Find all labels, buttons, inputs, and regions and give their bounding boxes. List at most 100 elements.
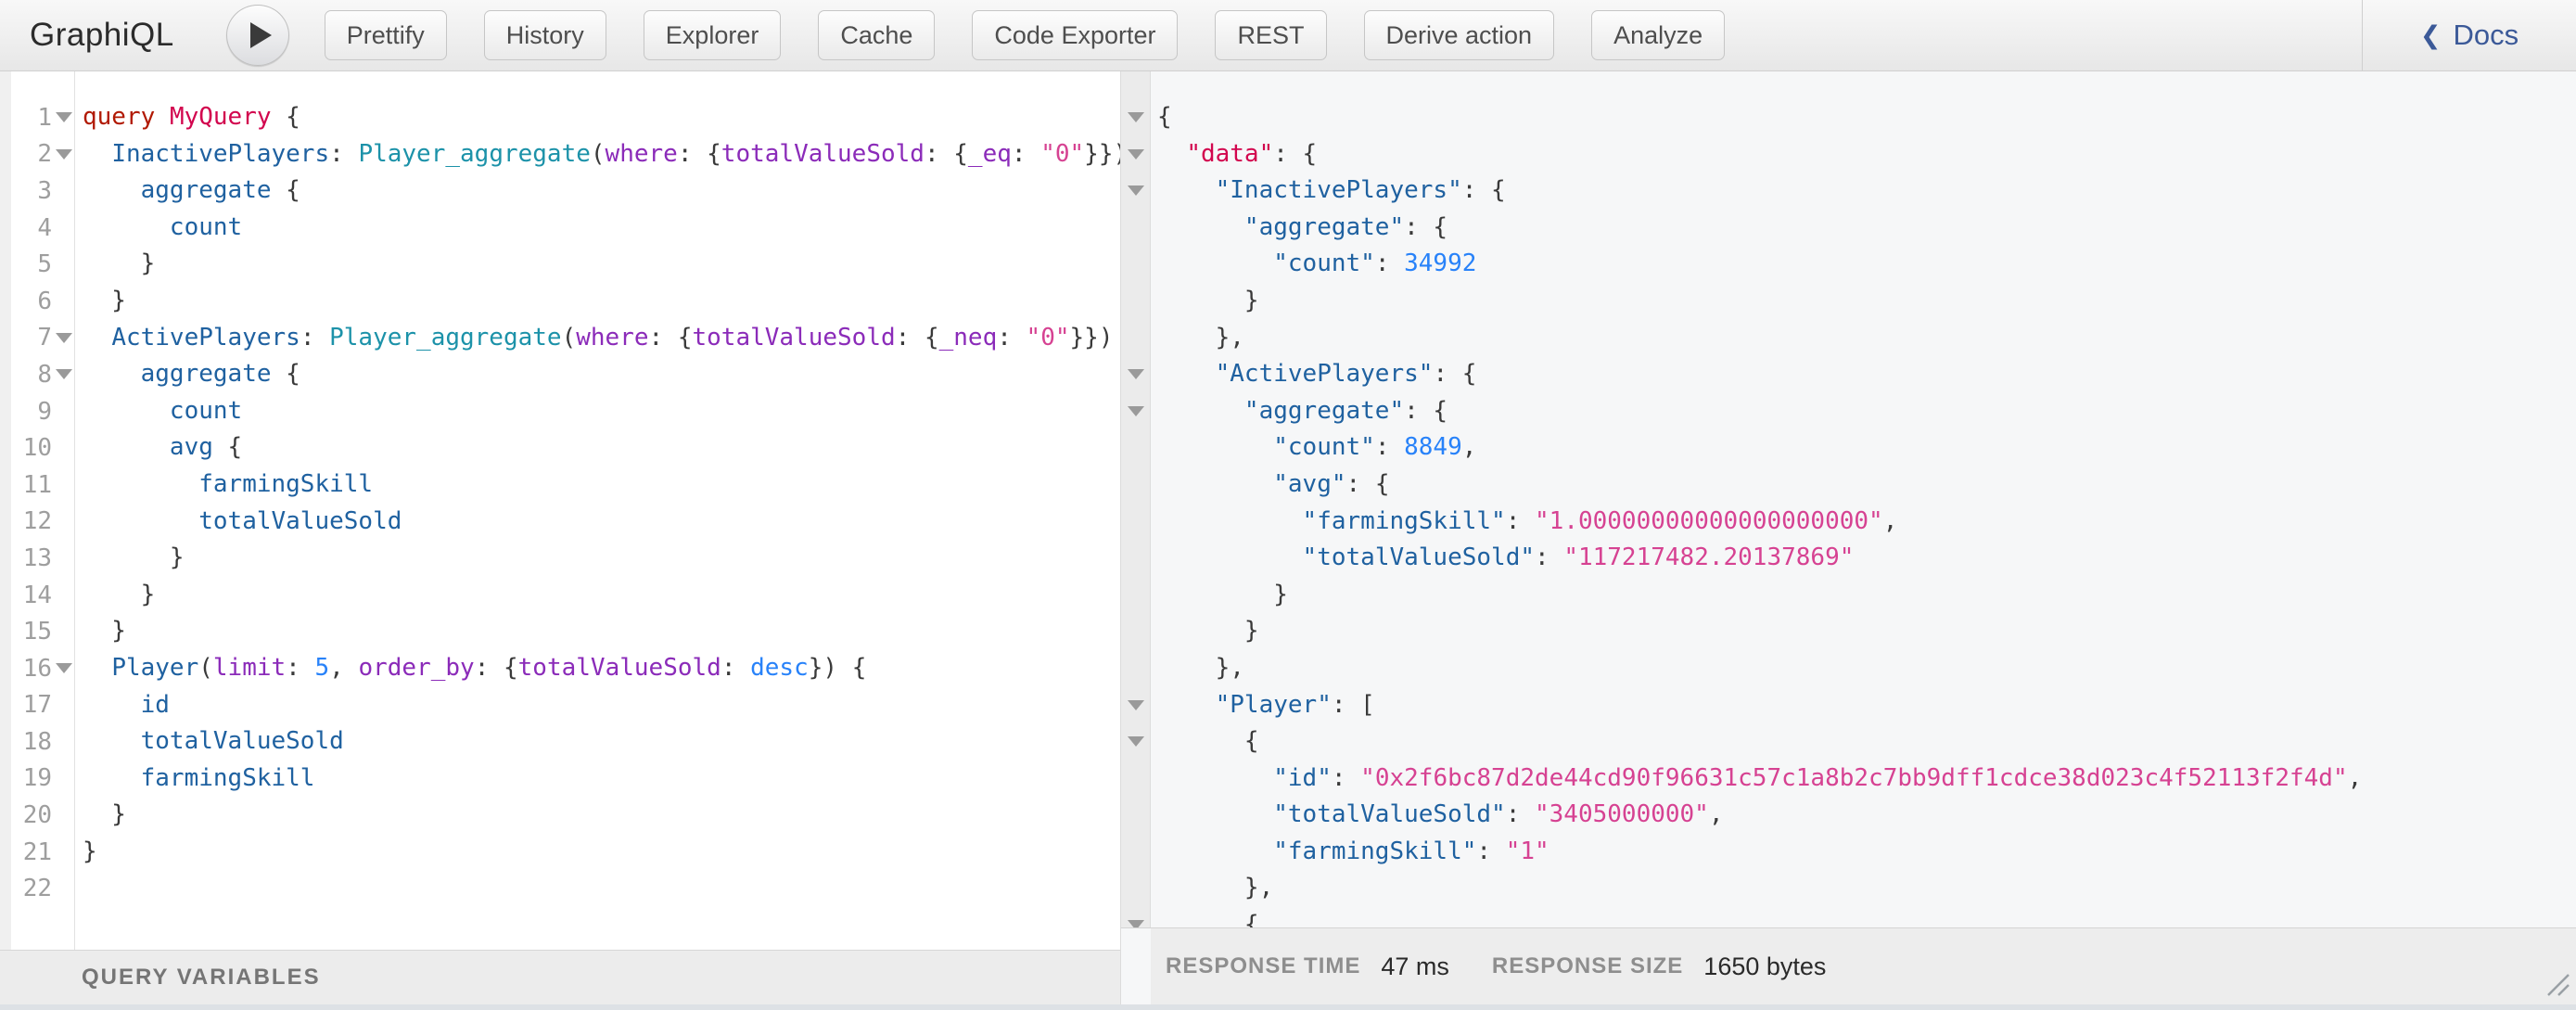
- docs-toggle[interactable]: ❮ Docs: [2362, 0, 2576, 70]
- code-segment: _neq: [939, 324, 998, 352]
- code-text[interactable]: id: [75, 687, 170, 724]
- code-line[interactable]: 14 }: [0, 577, 1120, 614]
- line-number: 3: [11, 177, 52, 205]
- code-segment: :: [1476, 837, 1505, 865]
- fold-arrow-icon[interactable]: [56, 369, 72, 379]
- code-text[interactable]: farmingSkill: [75, 761, 314, 798]
- code-line[interactable]: 3 aggregate {: [0, 173, 1120, 210]
- code-line[interactable]: 1query MyQuery {: [0, 99, 1120, 136]
- code-segment: farmingSkill: [141, 764, 315, 792]
- code-text[interactable]: totalValueSold: [75, 504, 402, 541]
- resize-handle-icon[interactable]: [2543, 969, 2570, 997]
- code-text[interactable]: query MyQuery {: [75, 99, 300, 136]
- code-text[interactable]: }: [75, 577, 155, 614]
- code-segment: [1157, 764, 1273, 792]
- code-line[interactable]: 9 count: [0, 393, 1120, 430]
- response-time-label: RESPONSE TIME: [1166, 953, 1360, 979]
- code-text[interactable]: totalValueSold: [75, 723, 344, 761]
- fold-arrow-icon[interactable]: [1128, 406, 1144, 416]
- code-line[interactable]: 17 id: [0, 687, 1120, 724]
- fold-arrow-icon[interactable]: [56, 333, 72, 343]
- code-text[interactable]: farmingSkill: [75, 467, 373, 504]
- code-line[interactable]: 15 }: [0, 613, 1120, 650]
- code-text[interactable]: aggregate {: [75, 173, 300, 210]
- code-text[interactable]: Player(limit: 5, order_by: {totalValueSo…: [75, 650, 866, 687]
- toolbar-button-explorer[interactable]: Explorer: [644, 10, 782, 60]
- code-line[interactable]: 6 }: [0, 283, 1120, 320]
- code-text[interactable]: count: [75, 210, 242, 247]
- toolbar-button-rest[interactable]: REST: [1215, 10, 1326, 60]
- code-line[interactable]: 20 }: [0, 797, 1120, 834]
- fold-arrow-icon[interactable]: [1128, 369, 1144, 379]
- code-segment: }: [83, 800, 126, 828]
- code-segment: : [: [1332, 691, 1375, 719]
- fold-cell: [1121, 185, 1150, 196]
- code-line[interactable]: 12 totalValueSold: [0, 504, 1120, 541]
- response-row: }: [1121, 283, 2576, 320]
- code-line[interactable]: 16 Player(limit: 5, order_by: {totalValu…: [0, 650, 1120, 687]
- fold-arrow-icon[interactable]: [1128, 112, 1144, 122]
- code-line[interactable]: 7 ActivePlayers: Player_aggregate(where:…: [0, 320, 1120, 357]
- execute-query-button[interactable]: [226, 5, 289, 66]
- code-segment: "1": [1506, 837, 1549, 865]
- code-text[interactable]: }: [75, 246, 155, 283]
- code-segment: [1157, 470, 1273, 498]
- response-text: "Player": [: [1150, 687, 1375, 724]
- code-segment: }: [1157, 287, 1259, 314]
- toolbar-button-analyze[interactable]: Analyze: [1591, 10, 1725, 60]
- code-segment: "count": [1273, 249, 1375, 277]
- toolbar-button-cache[interactable]: Cache: [818, 10, 935, 60]
- code-line[interactable]: 4 count: [0, 210, 1120, 247]
- toolbar-button-history[interactable]: History: [484, 10, 606, 60]
- code-segment: MyQuery: [170, 103, 272, 131]
- code-line[interactable]: 18 totalValueSold: [0, 723, 1120, 761]
- response-size-value: 1650 bytes: [1703, 952, 1826, 981]
- code-text[interactable]: count: [75, 393, 242, 430]
- fold-cell: [1121, 406, 1150, 416]
- line-number: 4: [11, 214, 52, 242]
- fold-cell: [1121, 369, 1150, 379]
- code-text[interactable]: ActivePlayers: Player_aggregate(where: {…: [75, 320, 1120, 357]
- query-variables-bar[interactable]: QUERY VARIABLES: [0, 950, 1120, 1004]
- code-segment: Player: [111, 654, 198, 682]
- code-text[interactable]: aggregate {: [75, 356, 300, 393]
- response-text: }: [1150, 283, 1259, 320]
- fold-arrow-icon[interactable]: [1128, 700, 1144, 710]
- fold-cell: [52, 112, 75, 122]
- code-text[interactable]: }: [75, 540, 185, 577]
- code-line[interactable]: 21}: [0, 834, 1120, 871]
- code-segment: "Player": [1216, 691, 1332, 719]
- response-row: "totalValueSold": "3405000000",: [1121, 797, 2576, 834]
- code-line[interactable]: 22: [0, 870, 1120, 907]
- code-text[interactable]: }: [75, 834, 97, 871]
- code-text[interactable]: InactivePlayers: Player_aggregate(where:…: [75, 136, 1120, 173]
- code-text[interactable]: }: [75, 613, 126, 650]
- toolbar-button-derive-action[interactable]: Derive action: [1364, 10, 1555, 60]
- code-segment: :: [925, 140, 939, 168]
- fold-arrow-icon[interactable]: [1128, 185, 1144, 196]
- fold-arrow-icon[interactable]: [56, 112, 72, 122]
- code-line[interactable]: 13 }: [0, 540, 1120, 577]
- toolbar-button-prettify[interactable]: Prettify: [325, 10, 447, 60]
- response-text: },: [1150, 650, 1244, 687]
- fold-arrow-icon[interactable]: [1128, 149, 1144, 160]
- toolbar-button-code-exporter[interactable]: Code Exporter: [972, 10, 1178, 60]
- code-line[interactable]: 5 }: [0, 246, 1120, 283]
- code-line[interactable]: 10 avg {: [0, 429, 1120, 467]
- code-text[interactable]: }: [75, 283, 126, 320]
- query-editor[interactable]: 1query MyQuery {2 InactivePlayers: Playe…: [0, 71, 1120, 951]
- response-row: {: [1121, 99, 2576, 136]
- code-segment: [83, 727, 141, 755]
- code-line[interactable]: 11 farmingSkill: [0, 467, 1120, 504]
- query-editor-pane[interactable]: 1query MyQuery {2 InactivePlayers: Playe…: [0, 71, 1121, 1004]
- fold-arrow-icon[interactable]: [1128, 736, 1144, 747]
- code-line[interactable]: 8 aggregate {: [0, 356, 1120, 393]
- fold-arrow-icon[interactable]: [56, 149, 72, 160]
- code-text[interactable]: }: [75, 797, 126, 834]
- code-line[interactable]: 2 InactivePlayers: Player_aggregate(wher…: [0, 136, 1120, 173]
- fold-arrow-icon[interactable]: [56, 663, 72, 673]
- code-text[interactable]: avg {: [75, 429, 242, 467]
- fold-arrow-icon[interactable]: [1128, 920, 1144, 927]
- code-line[interactable]: 19 farmingSkill: [0, 761, 1120, 798]
- code-segment: {: [504, 654, 518, 682]
